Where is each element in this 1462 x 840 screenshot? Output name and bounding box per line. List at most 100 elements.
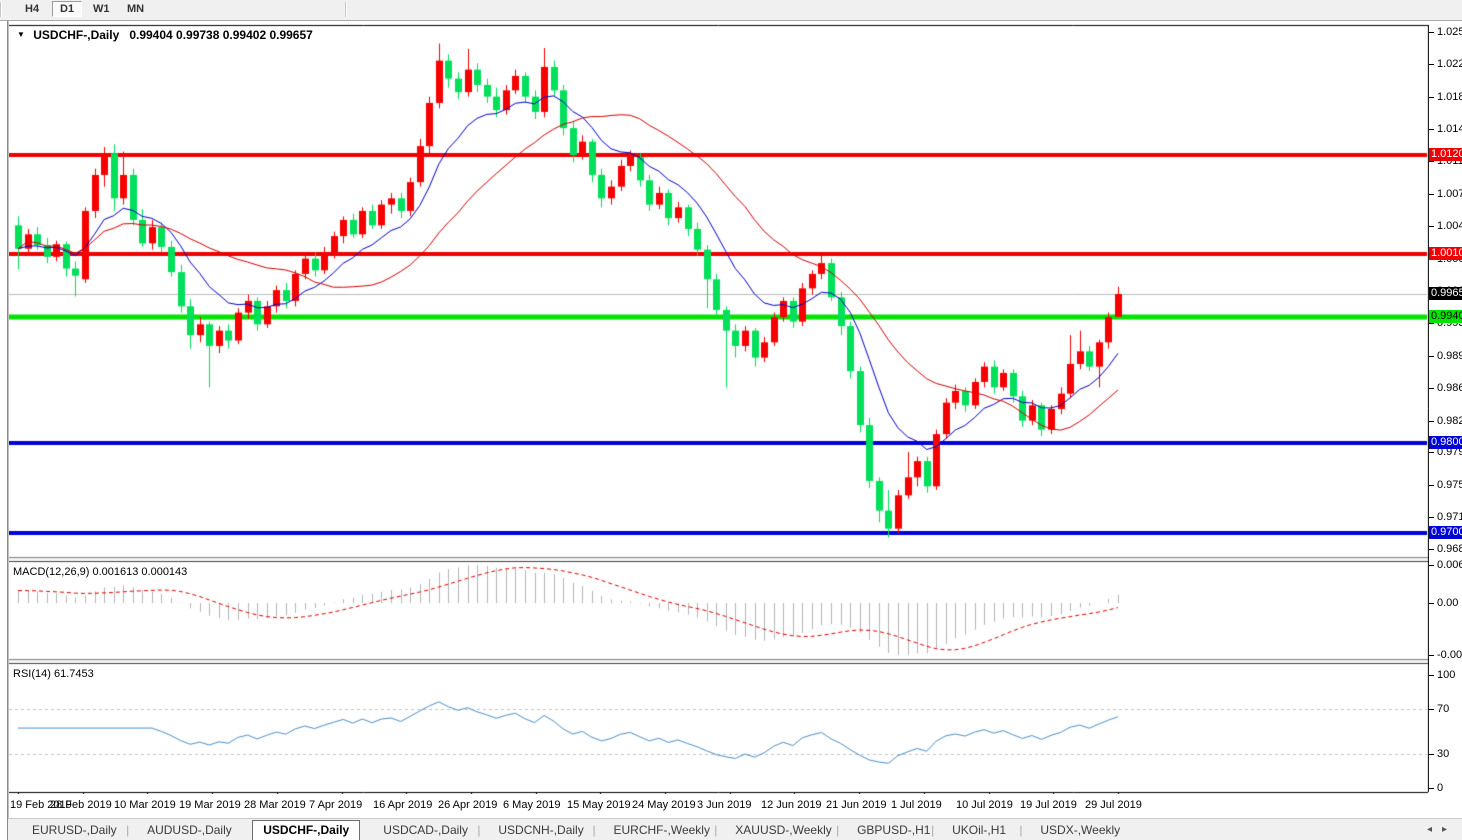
- date-tick-label: 21 Jun 2019: [826, 799, 887, 811]
- macd-axis-label: 0.00613: [1437, 559, 1462, 571]
- price-tick-mark: [1429, 485, 1434, 486]
- date-tick-label: 16 Apr 2019: [373, 799, 432, 811]
- chart-tab-xauusd[interactable]: XAUUSD-,Weekly: [725, 822, 841, 839]
- date-tick-label: 12 Jun 2019: [761, 799, 822, 811]
- timeframe-button-w1[interactable]: W1: [86, 1, 117, 17]
- price-tick-mark: [1429, 517, 1434, 518]
- price-tick-label: 1.02570: [1437, 26, 1462, 38]
- macd-tick-mark: [1429, 603, 1434, 604]
- price-tick-mark: [1429, 161, 1434, 162]
- rsi-axis-label: 100: [1437, 669, 1455, 681]
- price-level-label: 0.99406: [1429, 310, 1462, 323]
- symbol-period-label: USDCHF-,Daily: [33, 28, 119, 42]
- date-tick-label: 1 Jul 2019: [891, 799, 942, 811]
- price-tick-label: 1.01490: [1437, 123, 1462, 135]
- price-tick-label: 0.98970: [1437, 350, 1462, 362]
- date-tick-label: 10 Jul 2019: [956, 799, 1013, 811]
- price-tick-mark: [1429, 226, 1434, 227]
- price-axis[interactable]: 1.025701.022101.018501.014901.011301.007…: [1429, 21, 1462, 817]
- chart-tab-eurchf[interactable]: EURCHF-,Weekly: [604, 822, 720, 839]
- chart-tab-eurusd[interactable]: EURUSD-,Daily: [22, 822, 127, 839]
- price-tick-label: 0.98250: [1437, 415, 1462, 427]
- toolbar-separator: [345, 2, 347, 17]
- date-tick-label: 19 Jul 2019: [1020, 799, 1077, 811]
- tab-separator: |: [714, 823, 717, 837]
- current-price-label: 0.99657: [1429, 287, 1462, 300]
- rsi-tick-mark: [1429, 709, 1434, 710]
- rsi-tick-mark: [1429, 754, 1434, 755]
- price-tick-label: 0.96820: [1437, 543, 1462, 555]
- price-tick-mark: [1429, 356, 1434, 357]
- date-tick-label: 15 May 2019: [567, 799, 631, 811]
- timeframe-button-d1[interactable]: D1: [52, 1, 82, 17]
- date-tick-label: 24 May 2019: [632, 799, 696, 811]
- price-tick-mark: [1429, 32, 1434, 33]
- macd-axis-label: -0.00761: [1437, 649, 1462, 661]
- rsi-axis-label: 70: [1437, 703, 1449, 715]
- date-tick-label: 29 Jul 2019: [1085, 799, 1142, 811]
- price-tick-label: 1.00770: [1437, 188, 1462, 200]
- date-tick-label: 19 Mar 2019: [179, 799, 241, 811]
- price-tick-label: 1.02210: [1437, 58, 1462, 70]
- price-tick-mark: [1429, 97, 1434, 98]
- price-tick-mark: [1429, 388, 1434, 389]
- chart-tab-audusd[interactable]: AUDUSD-,Daily: [137, 822, 242, 839]
- tab-separator: |: [126, 823, 129, 837]
- price-level-label: 0.98004: [1429, 436, 1462, 449]
- tab-separator: |: [593, 823, 596, 837]
- time-axis[interactable]: 19 Feb 201928 Feb 201910 Mar 201919 Mar …: [9, 794, 1429, 817]
- date-tick-label: 28 Feb 2019: [50, 799, 112, 811]
- rsi-tick-mark: [1429, 788, 1434, 789]
- chart-canvas[interactable]: [9, 21, 1429, 817]
- chart-tab-gbpusd[interactable]: GBPUSD-,H1: [847, 822, 940, 839]
- price-level-label: 1.00106: [1429, 247, 1462, 260]
- dropdown-triangle-icon[interactable]: ▼: [17, 30, 25, 39]
- timeframe-button-mn[interactable]: MN: [120, 1, 151, 17]
- price-tick-mark: [1429, 323, 1434, 324]
- mt4-chart-window: H4 D1W1MN ▼ USDCHF-,Daily 0.99404 0.99738…: [0, 0, 1462, 840]
- macd-tick-mark: [1429, 655, 1434, 656]
- ohlc-values: 0.99404 0.99738 0.99402 0.99657: [129, 28, 313, 42]
- chart-tab-usdx[interactable]: USDX-,Weekly: [1030, 822, 1130, 839]
- rsi-axis-label: 0: [1437, 782, 1443, 794]
- rsi-indicator-label: RSI(14) 61.7453: [13, 668, 94, 680]
- toolbar-separator: [0, 2, 2, 17]
- price-tick-mark: [1429, 421, 1434, 422]
- price-tick-label: 0.98610: [1437, 382, 1462, 394]
- price-tick-mark: [1429, 129, 1434, 130]
- date-tick-label: 6 May 2019: [503, 799, 560, 811]
- date-tick-label: 10 Mar 2019: [114, 799, 176, 811]
- date-tick-label: 28 Mar 2019: [244, 799, 306, 811]
- price-tick-mark: [1429, 452, 1434, 453]
- price-tick-label: 1.01850: [1437, 91, 1462, 103]
- price-tick-mark: [1429, 194, 1434, 195]
- tab-separator: |: [477, 823, 480, 837]
- chart-tab-ukoil[interactable]: UKOil-,H1: [942, 822, 1016, 839]
- tab-separator: |: [1019, 823, 1022, 837]
- macd-axis-label: 0.00: [1437, 597, 1458, 609]
- rsi-tick-mark: [1429, 675, 1434, 676]
- date-tick-label: 7 Apr 2019: [309, 799, 362, 811]
- chart-tab-usdcnh[interactable]: USDCNH-,Daily: [488, 822, 593, 839]
- price-tick-mark: [1429, 549, 1434, 550]
- price-tick-label: 0.97180: [1437, 511, 1462, 523]
- price-level-label: 1.01205: [1429, 148, 1462, 161]
- tab-separator: |: [836, 823, 839, 837]
- tab-scroll-arrows: ◂▸: [1427, 824, 1457, 835]
- timeframe-toolbar: H4 D1W1MN: [0, 0, 1462, 21]
- tab-scroll-right-icon[interactable]: ▸: [1442, 824, 1457, 835]
- macd-tick-mark: [1429, 565, 1434, 566]
- macd-indicator-label: MACD(12,26,9) 0.001613 0.000143: [13, 566, 187, 578]
- price-tick-label: 0.97540: [1437, 479, 1462, 491]
- timeframe-button-h4[interactable]: H4: [18, 1, 46, 17]
- price-tick-mark: [1429, 64, 1434, 65]
- chart-window: ▼ USDCHF-,Daily 0.99404 0.99738 0.99402 …: [7, 21, 1462, 840]
- tab-scroll-left-icon[interactable]: ◂: [1427, 824, 1442, 835]
- date-tick-label: 26 Apr 2019: [438, 799, 497, 811]
- rsi-axis-label: 30: [1437, 748, 1449, 760]
- date-tick-label: 3 Jun 2019: [697, 799, 751, 811]
- chart-tab-bar: ◂▸ EURUSD-,Daily|AUDUSD-,DailyUSDCHF-,Da…: [8, 818, 1462, 840]
- chart-tab-usdcad[interactable]: USDCAD-,Daily: [373, 822, 478, 839]
- tab-separator: |: [931, 823, 934, 837]
- chart-tab-usdchf[interactable]: USDCHF-,Daily: [252, 820, 360, 840]
